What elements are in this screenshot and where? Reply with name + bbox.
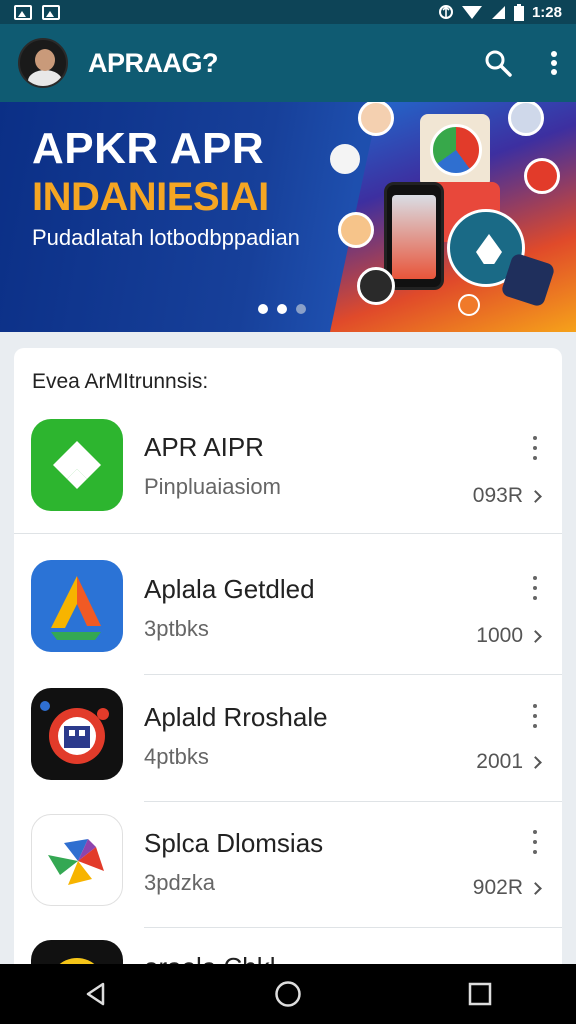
app-meta-value: 2001 xyxy=(476,750,523,773)
signal-icon xyxy=(491,6,505,19)
phone-graphic xyxy=(384,182,444,290)
app-name: Aplala Getdled xyxy=(144,574,315,604)
pie-icon xyxy=(430,124,482,176)
app-meta[interactable]: 2001 xyxy=(476,750,542,774)
status-bar: 1:28 xyxy=(0,0,576,24)
chevron-right-icon xyxy=(529,881,542,895)
divider xyxy=(144,674,562,675)
battery-icon xyxy=(513,3,524,21)
list-item[interactable]: Aplala Getdled 3ptbks 1000 xyxy=(14,548,562,675)
promo-banner[interactable]: APKR APR INDANIESIAI Pudadlatah lotbodbp… xyxy=(0,102,576,332)
list-item[interactable]: APR AIPR Pinpluaiasiom 093R xyxy=(14,408,562,534)
app-name: Splca Dlomsias xyxy=(144,828,324,858)
drive-app-icon xyxy=(31,560,123,652)
list-item[interactable]: Splca Dlomsias 3pdzka 902R xyxy=(14,802,562,928)
app-meta-value: 1000 xyxy=(476,624,523,647)
gallery-icon xyxy=(42,4,60,20)
recents-icon[interactable] xyxy=(450,969,510,1019)
colorwheel-icon xyxy=(330,144,360,174)
banner-subtitle: INDANIESIAI xyxy=(32,175,269,219)
carousel-dot[interactable] xyxy=(296,304,306,314)
red-badge-icon xyxy=(524,158,560,194)
wifi-icon xyxy=(461,6,482,19)
carousel-indicator[interactable] xyxy=(258,304,306,314)
search-icon[interactable] xyxy=(484,49,512,77)
more-vert-icon[interactable] xyxy=(530,576,540,600)
pinwheel-app-icon xyxy=(31,814,123,906)
chevron-right-icon xyxy=(529,629,542,643)
person-avatar-icon xyxy=(357,267,395,305)
carousel-dot-active[interactable] xyxy=(277,304,287,314)
chevron-right-icon xyxy=(529,755,542,769)
more-vert-icon[interactable] xyxy=(530,436,540,460)
app-name: APR AIPR xyxy=(144,432,264,462)
system-nav-bar xyxy=(0,964,576,1024)
divider xyxy=(14,533,562,534)
app-meta[interactable]: 902R xyxy=(472,876,542,900)
avatar[interactable] xyxy=(18,38,68,88)
app-meta[interactable]: 093R xyxy=(472,484,542,508)
image-icon xyxy=(14,4,32,20)
app-meta-value: 902R xyxy=(472,876,523,899)
section-header: Evea ArMItrunnsis: xyxy=(32,370,209,393)
app-name: Aplald Rroshale xyxy=(144,702,328,732)
list-item[interactable]: Aplald Rroshale 4ptbks 2001 xyxy=(14,676,562,802)
orange-badge-icon xyxy=(458,294,480,316)
app-subtitle: 4ptbks xyxy=(144,744,209,769)
banner-title: APKR APR xyxy=(32,124,265,173)
carousel-dot[interactable] xyxy=(258,304,268,314)
robot-app-icon xyxy=(31,688,123,780)
app-bar: APRAAG? xyxy=(0,24,576,102)
app-list-card: Evea ArMItrunnsis: APR AIPR Pinpluaiasio… xyxy=(14,348,562,1024)
home-icon[interactable] xyxy=(258,969,318,1019)
more-vert-icon[interactable] xyxy=(550,50,558,76)
more-vert-icon[interactable] xyxy=(530,830,540,854)
app-meta-value: 093R xyxy=(472,484,523,507)
app-subtitle: 3pdzka xyxy=(144,870,215,895)
person-avatar-icon xyxy=(338,212,374,248)
screen: 1:28 APRAAG? APKR APR INDANIESIAI Pudadl… xyxy=(0,0,576,1024)
app-subtitle: Pinpluaiasiom xyxy=(144,474,281,499)
apr-app-icon xyxy=(31,419,123,511)
chevron-right-icon xyxy=(529,489,542,503)
app-meta[interactable]: 1000 xyxy=(476,624,542,648)
back-icon[interactable] xyxy=(66,969,126,1019)
more-vert-icon[interactable] xyxy=(530,704,540,728)
data-icon xyxy=(438,5,453,19)
banner-tagline: Pudadlatah lotbodbppadian xyxy=(32,225,300,250)
app-subtitle: 3ptbks xyxy=(144,616,209,641)
app-title: APRAAG? xyxy=(88,47,219,78)
status-time: 1:28 xyxy=(531,3,562,21)
